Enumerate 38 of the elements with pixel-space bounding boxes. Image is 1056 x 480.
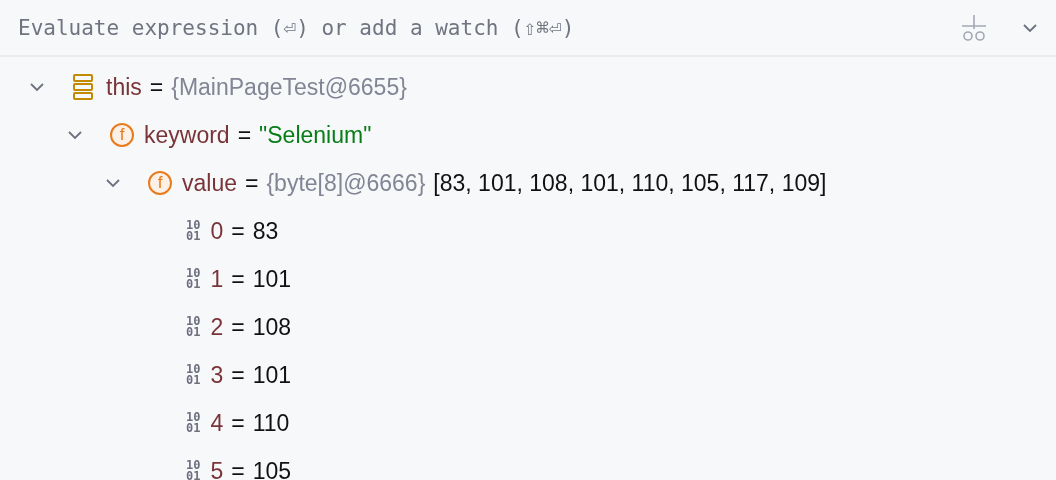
- binary-icon: 10 01: [186, 460, 201, 480]
- variable-value: [83, 101, 108, 101, 110, 105, 117, 109]: [433, 169, 827, 197]
- variable-value: "Selenium": [259, 121, 372, 149]
- variable-name: this: [106, 73, 142, 101]
- equals-sign: =: [231, 313, 245, 341]
- variable-name: value: [182, 169, 237, 197]
- variable-value: 101: [252, 265, 292, 293]
- variable-value: 108: [252, 313, 292, 341]
- binary-icon: 10 01: [186, 268, 201, 290]
- equals-sign: =: [231, 217, 245, 245]
- variable-name: 5: [210, 457, 224, 480]
- variable-value: 101: [252, 361, 292, 389]
- binary-icon: 10 01: [186, 316, 201, 338]
- stack-icon: [72, 73, 94, 101]
- variable-name: 0: [210, 217, 224, 245]
- binary-icon: 10 01: [186, 412, 201, 434]
- type-label: {byte[8]@6666}: [266, 169, 426, 197]
- equals-sign: =: [231, 409, 245, 437]
- variable-name: 3: [210, 361, 224, 389]
- variable-value: 105: [252, 457, 292, 480]
- equals-sign: =: [231, 457, 245, 480]
- equals-sign: =: [231, 361, 245, 389]
- equals-sign: =: [149, 73, 164, 101]
- variable-name: 1: [210, 265, 224, 293]
- watch-expression-field[interactable]: Evaluate expression (⏎) or add a watch (⇧⌘⏎): [16, 14, 928, 41]
- variable-name: 4: [210, 409, 224, 437]
- variable-value: 110: [252, 409, 290, 437]
- field-icon: f: [148, 171, 172, 195]
- field-icon: f: [110, 123, 134, 147]
- binary-icon: 10 01: [186, 364, 201, 386]
- type-label: {MainPageTest@6655}: [171, 73, 407, 101]
- equals-sign: =: [231, 265, 245, 293]
- equals-sign: =: [245, 169, 259, 197]
- binary-icon: 10 01: [186, 220, 201, 242]
- variable-name: 2: [210, 313, 224, 341]
- variable-value: 83: [252, 217, 279, 245]
- equals-sign: =: [237, 121, 252, 149]
- variable-name: keyword: [144, 121, 230, 149]
